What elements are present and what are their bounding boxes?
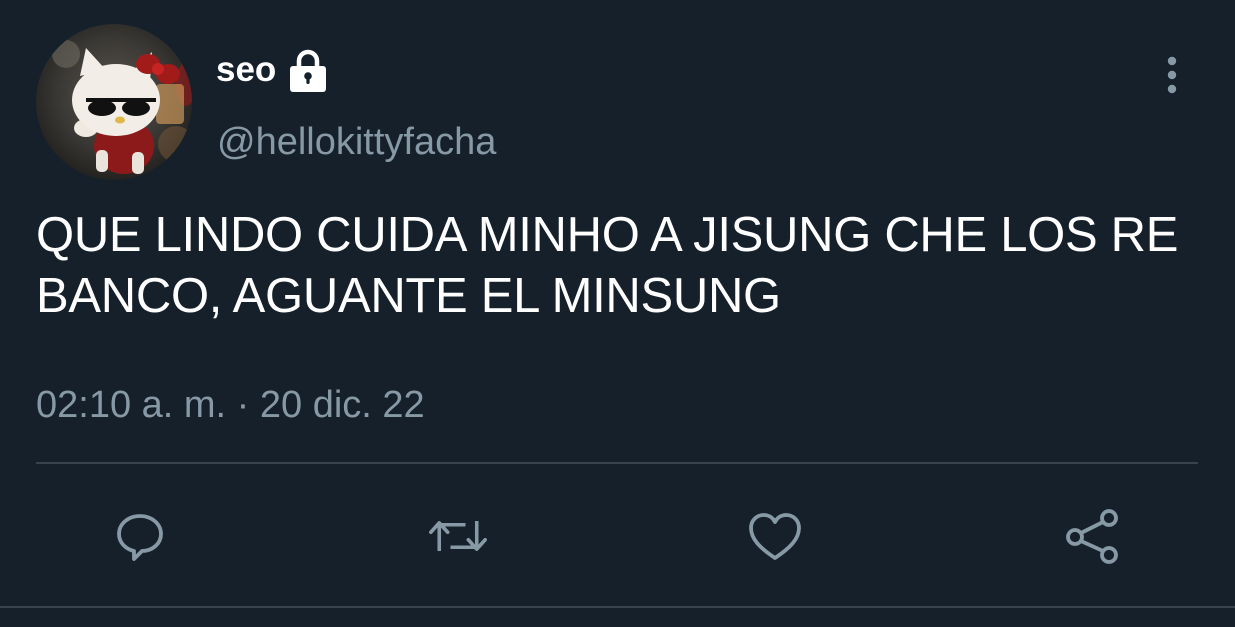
- more-options-button[interactable]: [1152, 52, 1192, 98]
- tweet-card: seo @hellokittyfacha QUE LINDO CUIDA MIN…: [0, 0, 1235, 627]
- avatar-image: [36, 24, 192, 180]
- retweet-icon: [429, 521, 487, 551]
- reply-icon: [117, 514, 163, 561]
- lock-icon: [286, 48, 330, 92]
- share-icon: [1066, 509, 1118, 564]
- divider: [36, 462, 1198, 464]
- like-button[interactable]: [745, 506, 805, 566]
- divider-bottom: [0, 606, 1235, 608]
- username[interactable]: @hellokittyfacha: [217, 116, 496, 168]
- avatar[interactable]: [36, 24, 192, 180]
- display-name[interactable]: seo: [216, 44, 276, 96]
- tweet-text: QUE LINDO CUIDA MINHO A JISUNG CHE LOS R…: [36, 208, 1179, 323]
- tweet-timestamp[interactable]: 02:10 a. m. · 20 dic. 22: [36, 380, 425, 430]
- retweet-button[interactable]: [428, 506, 488, 566]
- share-button[interactable]: [1062, 506, 1122, 566]
- heart-icon: [749, 513, 801, 560]
- more-vertical-icon: [1167, 56, 1177, 94]
- display-name-row: seo: [216, 44, 330, 96]
- reply-button[interactable]: [110, 506, 170, 566]
